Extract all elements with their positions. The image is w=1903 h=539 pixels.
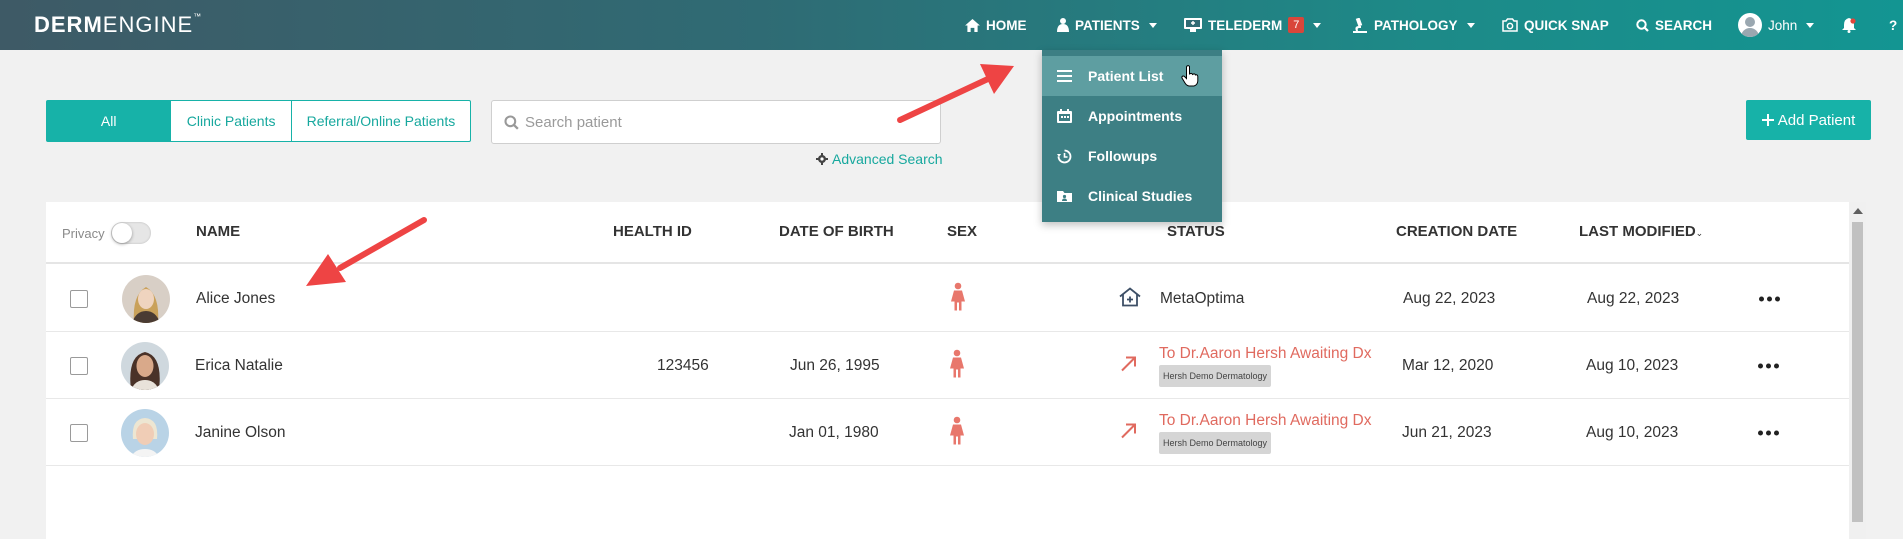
- column-header-creation-date[interactable]: CREATION DATE: [1396, 223, 1517, 240]
- search-input[interactable]: [525, 113, 925, 131]
- table-row[interactable]: Erica Natalie 123456 Jun 26, 1995 To Dr.…: [46, 333, 1849, 399]
- nav-quick-snap[interactable]: QUICK SNAP: [1502, 0, 1609, 50]
- more-options-icon[interactable]: [1758, 363, 1779, 368]
- health-id: 123456: [657, 356, 709, 374]
- column-header-last-modified[interactable]: LAST MODIFIED⌄: [1579, 223, 1703, 240]
- dermengine-logo[interactable]: DERMENGINE™: [34, 12, 202, 38]
- add-patient-button[interactable]: Add Patient: [1746, 100, 1871, 140]
- status-text: MetaOptima: [1160, 289, 1245, 307]
- table-row[interactable]: Alice Jones MetaOptima Aug 22, 2023 Aug …: [46, 266, 1849, 332]
- gear-icon: [816, 153, 828, 165]
- creation-date: Aug 22, 2023: [1403, 289, 1496, 307]
- filter-tab-referral-online[interactable]: Referral/Online Patients: [292, 101, 470, 141]
- female-icon: [950, 349, 964, 382]
- patient-filter-tabs: All Clinic Patients Referral/Online Pati…: [46, 100, 471, 142]
- female-icon: [951, 282, 965, 315]
- hand-cursor-icon: [1181, 65, 1199, 87]
- row-checkbox[interactable]: [70, 356, 88, 375]
- column-header-date-of-birth[interactable]: DATE OF BIRTH: [779, 223, 894, 240]
- folder-user-icon: [1057, 191, 1072, 202]
- chevron-down-icon: [1313, 22, 1322, 28]
- clinic-status-icon: [1118, 286, 1142, 311]
- column-header-sex[interactable]: SEX: [947, 223, 977, 240]
- camera-icon: [1502, 18, 1518, 32]
- bell-icon: [1842, 17, 1856, 33]
- filter-tab-all[interactable]: All: [47, 101, 172, 141]
- date-of-birth: Jun 26, 1995: [790, 356, 880, 374]
- patient-name[interactable]: Alice Jones: [196, 290, 275, 308]
- privacy-toggle[interactable]: [110, 222, 151, 244]
- patients-dropdown-menu: Patient List Appointments Followups Clin…: [1042, 50, 1222, 222]
- patient-icon: [1057, 18, 1069, 32]
- scrollbar-thumb[interactable]: [1852, 222, 1863, 522]
- patient-name[interactable]: Erica Natalie: [195, 357, 283, 375]
- status-cell: To Dr.Aaron Hersh Awaiting Dx Hersh Demo…: [1159, 345, 1372, 387]
- chevron-down-icon: [1466, 22, 1475, 28]
- patient-search-box: [491, 100, 941, 144]
- history-clock-icon: [1057, 149, 1072, 163]
- menu-item-clinical-studies[interactable]: Clinical Studies: [1042, 176, 1222, 216]
- last-modified-date: Aug 10, 2023: [1586, 356, 1679, 374]
- status-text[interactable]: To Dr.Aaron Hersh Awaiting Dx: [1159, 345, 1372, 363]
- column-header-status[interactable]: STATUS: [1167, 223, 1225, 240]
- status-text[interactable]: To Dr.Aaron Hersh Awaiting Dx: [1159, 412, 1372, 430]
- nav-patients[interactable]: PATIENTS: [1057, 0, 1157, 50]
- patient-name[interactable]: Janine Olson: [195, 424, 285, 442]
- menu-item-appointments[interactable]: Appointments: [1042, 96, 1222, 136]
- nav-pathology[interactable]: PATHOLOGY: [1352, 0, 1475, 50]
- more-options-icon[interactable]: [1758, 430, 1779, 435]
- clinic-tag: Hersh Demo Dermatology: [1159, 431, 1272, 454]
- date-of-birth: Jan 01, 1980: [789, 423, 879, 441]
- telederm-count-badge: 7: [1288, 17, 1305, 33]
- help-button[interactable]: ?: [1889, 0, 1897, 50]
- clinic-tag: Hersh Demo Dermatology: [1159, 364, 1272, 387]
- top-navbar: DERMENGINE™ HOME PATIENTS TELEDERM 7 PAT…: [0, 0, 1903, 50]
- plus-icon: [1761, 114, 1774, 126]
- search-icon: [1636, 18, 1649, 32]
- status-cell: To Dr.Aaron Hersh Awaiting Dx Hersh Demo…: [1159, 412, 1372, 454]
- last-modified-date: Aug 22, 2023: [1587, 289, 1680, 307]
- more-options-icon[interactable]: [1759, 296, 1780, 301]
- chevron-down-icon: [1148, 22, 1157, 28]
- referral-arrow-icon: [1120, 421, 1138, 444]
- scroll-up-arrow-icon[interactable]: [1853, 208, 1863, 214]
- creation-date: Jun 21, 2023: [1402, 423, 1492, 441]
- patient-avatar: [121, 341, 169, 390]
- filter-tab-clinic-patients[interactable]: Clinic Patients: [171, 101, 292, 141]
- nav-home[interactable]: HOME: [965, 0, 1027, 50]
- notifications-button[interactable]: [1842, 0, 1856, 50]
- home-icon: [965, 18, 980, 32]
- row-checkbox[interactable]: [70, 423, 88, 442]
- table-scrollbar[interactable]: [1849, 202, 1866, 539]
- search-icon: [504, 114, 519, 130]
- list-icon: [1057, 70, 1072, 82]
- nav-telederm[interactable]: TELEDERM 7: [1184, 0, 1322, 50]
- sort-desc-icon: ⌄: [1695, 228, 1704, 238]
- advanced-search-link[interactable]: Advanced Search: [816, 151, 943, 167]
- table-header: Privacy NAME HEALTH ID DATE OF BIRTH SEX…: [46, 202, 1849, 264]
- telederm-icon: [1184, 18, 1202, 32]
- calendar-icon: [1057, 109, 1072, 123]
- microscope-icon: [1353, 17, 1367, 33]
- nav-user-menu[interactable]: John: [1738, 0, 1815, 50]
- user-avatar: [1738, 13, 1762, 37]
- patient-avatar: [121, 408, 169, 457]
- nav-search[interactable]: SEARCH: [1636, 0, 1712, 50]
- column-header-health-id[interactable]: HEALTH ID: [613, 223, 692, 240]
- creation-date: Mar 12, 2020: [1402, 356, 1494, 374]
- row-checkbox[interactable]: [70, 289, 88, 308]
- table-row[interactable]: Janine Olson Jan 01, 1980 To Dr.Aaron He…: [46, 400, 1849, 466]
- column-header-name[interactable]: NAME: [196, 223, 240, 240]
- last-modified-date: Aug 10, 2023: [1586, 423, 1679, 441]
- chevron-down-icon: [1806, 22, 1815, 28]
- privacy-toggle-group: Privacy: [62, 222, 151, 244]
- patient-table: Privacy NAME HEALTH ID DATE OF BIRTH SEX…: [46, 202, 1849, 539]
- menu-item-followups[interactable]: Followups: [1042, 136, 1222, 176]
- menu-item-patient-list[interactable]: Patient List: [1042, 56, 1222, 96]
- referral-arrow-icon: [1120, 354, 1138, 377]
- patient-avatar: [122, 274, 170, 323]
- female-icon: [950, 416, 964, 449]
